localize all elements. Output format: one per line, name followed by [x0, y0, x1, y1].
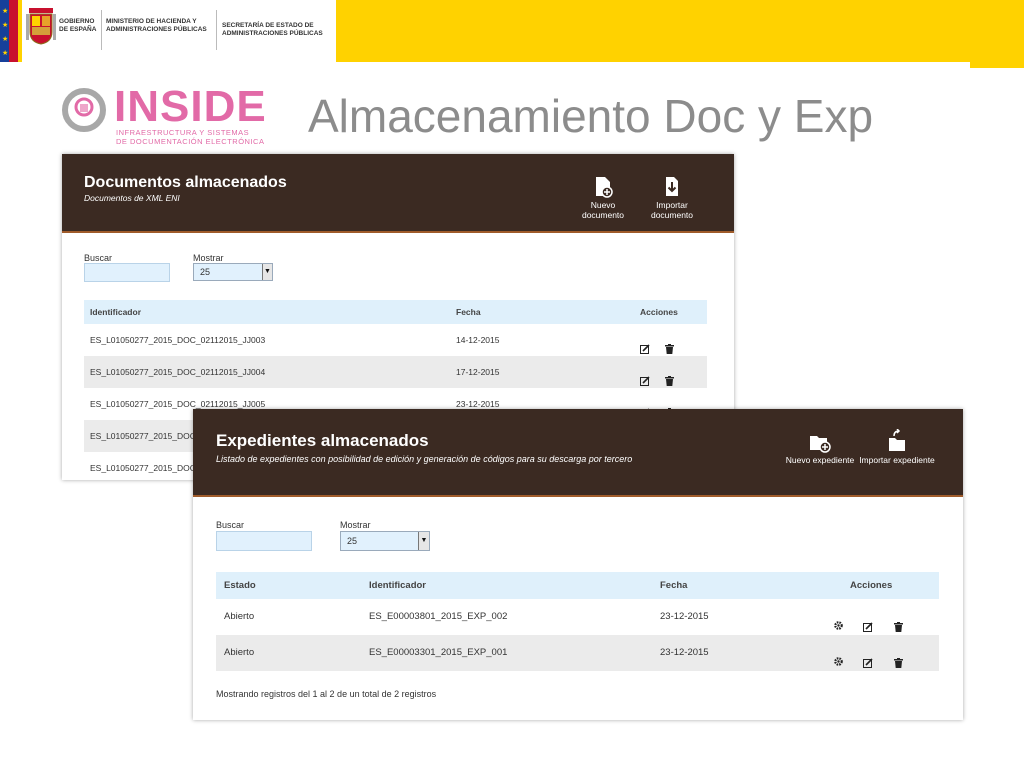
new-document-label: Nuevo documento [581, 200, 625, 220]
cell-identificador: ES_L01050277_2015_DOC_02112015_JJ003 [90, 335, 266, 345]
banner-divider [101, 10, 102, 50]
logo-subtitle-line1: INFRAESTRUCTURA Y SISTEMAS [116, 128, 250, 137]
show-label: Mostrar [193, 253, 224, 263]
import-folder-icon [889, 429, 905, 451]
trash-icon[interactable] [894, 648, 903, 684]
coat-of-arms-icon [26, 8, 56, 45]
documents-subtitle: Documentos de XML ENI [84, 193, 180, 203]
expedientes-page-size-select[interactable]: 25 ▼ [340, 531, 430, 551]
cell-estado: Abierto [224, 647, 255, 658]
search-label: Buscar [216, 520, 245, 530]
search-label: Buscar [84, 253, 113, 263]
records-summary: Mostrando registros del 1 al 2 de un tot… [216, 689, 437, 699]
cell-identificador: ES_E00003801_2015_EXP_002 [369, 611, 508, 622]
import-document-button[interactable]: Importar documento [636, 176, 708, 220]
new-folder-icon [810, 436, 831, 453]
gobierno-text: GOBIERNO DE ESPAÑA [59, 18, 97, 33]
documents-title: Documentos almacenados [84, 174, 287, 191]
documents-search-input[interactable] [84, 263, 170, 282]
expedientes-panel: Expedientes almacenados Listado de exped… [193, 409, 963, 720]
logo-subtitle-line2: DE DOCUMENTACIÓN ELECTRÓNICA [116, 137, 265, 146]
expedientes-search-input[interactable] [216, 531, 312, 551]
documents-panel-header: Documentos almacenados Documentos de XML… [62, 154, 734, 233]
cell-fecha: 14-12-2015 [456, 335, 500, 345]
expedientes-title: Expedientes almacenados [216, 431, 429, 450]
import-expediente-button[interactable]: Importar expediente [857, 429, 937, 465]
page-size-value: 25 [347, 536, 358, 546]
gear-icon[interactable] [833, 647, 844, 683]
chevron-down-icon[interactable]: ▼ [418, 532, 429, 550]
column-identificador[interactable]: Identificador [90, 300, 141, 324]
cell-identificador: ES_E00003301_2015_EXP_001 [369, 647, 508, 658]
expedientes-table-header: Estado Identificador Fecha Acciones [216, 572, 939, 599]
column-fecha[interactable]: Fecha [456, 300, 481, 324]
table-row[interactable]: Abierto ES_E00003801_2015_EXP_002 23-12-20… [216, 599, 939, 635]
chevron-down-icon[interactable]: ▼ [262, 264, 272, 280]
documents-page-size-select[interactable]: 25 ▼ [193, 263, 273, 281]
inside-logo-subtitle: INFRAESTRUCTURA Y SISTEMAS DE DOCUMENTAC… [116, 128, 264, 146]
page-size-value: 25 [200, 267, 211, 277]
table-row[interactable]: ES_L01050277_2015_DOC_02112015_JJ004 17-1… [84, 356, 707, 388]
cell-fecha: 23-12-2015 [660, 647, 709, 658]
cell-identificador: ES_L01050277_2015_DOC_02112015_JJ004 [90, 367, 266, 377]
inside-logo-icon [62, 88, 106, 132]
banner-accent [970, 62, 1024, 68]
column-acciones: Acciones [640, 307, 678, 317]
column-acciones: Acciones [850, 580, 893, 591]
import-document-label: Importar documento [650, 200, 694, 220]
government-banner: ★ ★ ★ ★ GOBIERNO DE ESPAÑA MINISTERIO DE… [0, 0, 1024, 62]
expedientes-subtitle: Listado de expedientes con posibilidad d… [216, 454, 633, 464]
slide-title: Almacenamiento Doc y Exp [308, 90, 874, 142]
cell-estado: Abierto [224, 611, 255, 622]
new-document-button[interactable]: Nuevo documento [570, 176, 636, 220]
expedientes-panel-header: Expedientes almacenados Listado de exped… [193, 409, 963, 497]
import-expediente-label: Importar expediente [859, 455, 935, 465]
import-document-icon [666, 177, 678, 196]
banner-divider [216, 10, 217, 50]
ministerio-text: MINISTERIO DE HACIENDA Y ADMINISTRACIONE… [106, 18, 207, 33]
column-estado[interactable]: Estado [224, 572, 256, 599]
cell-fecha: 17-12-2015 [456, 367, 500, 377]
new-expediente-button[interactable]: Nuevo expediente [785, 431, 855, 465]
new-expediente-label: Nuevo expediente [785, 455, 855, 465]
inside-logo-text: INSIDE [114, 82, 267, 131]
secretaria-text: SECRETARÍA DE ESTADO DE ADMINISTRACIONES… [222, 22, 323, 37]
table-row[interactable]: Abierto ES_E00003301_2015_EXP_001 23-12-20… [216, 635, 939, 671]
column-identificador[interactable]: Identificador [369, 572, 426, 599]
eu-flag-strip: ★ ★ ★ ★ [0, 0, 18, 62]
cell-fecha: 23-12-2015 [660, 611, 709, 622]
edit-icon[interactable] [863, 648, 873, 684]
column-fecha[interactable]: Fecha [660, 572, 687, 599]
show-label: Mostrar [340, 520, 371, 530]
documents-table-header: Identificador Fecha Acciones [84, 300, 707, 324]
table-row[interactable]: ES_L01050277_2015_DOC_02112015_JJ003 14-1… [84, 324, 707, 356]
new-document-icon [596, 177, 613, 198]
